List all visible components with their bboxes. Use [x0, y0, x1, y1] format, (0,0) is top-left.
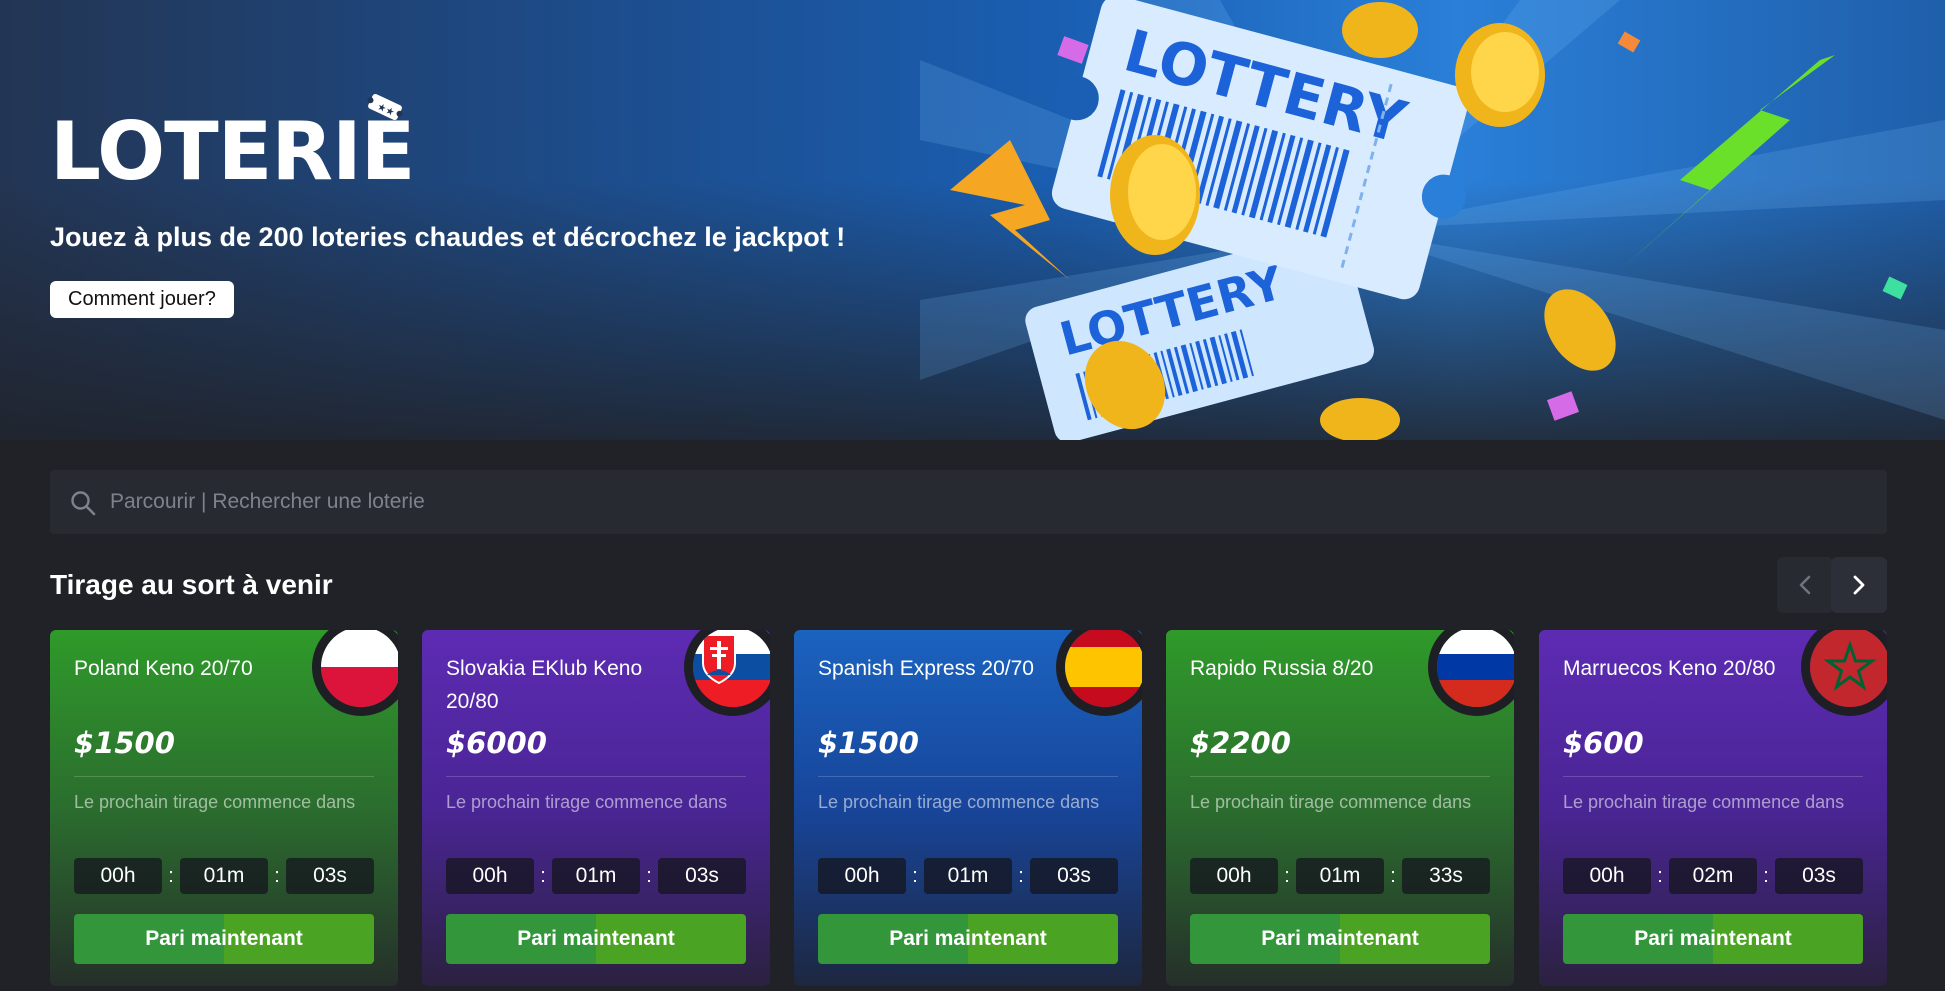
- divider: [1563, 776, 1863, 777]
- timer-minutes: 01m: [180, 858, 268, 894]
- timer-seconds: 33s: [1402, 858, 1490, 894]
- bet-now-button[interactable]: Pari maintenant: [1190, 914, 1490, 964]
- timer-minutes: 01m: [1296, 858, 1384, 894]
- carousel-next-button[interactable]: [1831, 557, 1887, 613]
- divider: [74, 776, 374, 777]
- divider: [818, 776, 1118, 777]
- how-to-play-button[interactable]: Comment jouer?: [50, 281, 234, 318]
- spain-flag-icon: [1056, 630, 1142, 716]
- search-icon: [71, 491, 96, 516]
- timer-hours: 00h: [74, 858, 162, 894]
- timer-hours: 00h: [818, 858, 906, 894]
- upcoming-draws-title: Tirage au sort à venir: [50, 569, 333, 600]
- russia-flag-icon: [1428, 630, 1514, 716]
- lottery-name: Slovakia EKlub Keno 20/80: [446, 657, 643, 713]
- carousel-prev-button[interactable]: [1777, 557, 1833, 613]
- hero-subtitle: Jouez à plus de 200 loteries chaudes et …: [50, 222, 846, 252]
- lottery-prize: $6000: [446, 726, 547, 760]
- divider: [446, 776, 746, 777]
- next-draw-label: Le prochain tirage commence dans: [446, 792, 728, 812]
- lottery-prize: $2200: [1190, 726, 1291, 760]
- lottery-card-poland-keno[interactable]: Poland Keno 20/70 $1500 Le prochain tira…: [50, 630, 398, 986]
- next-draw-label: Le prochain tirage commence dans: [74, 792, 356, 812]
- lottery-prize: $1500: [74, 726, 175, 760]
- timer-minutes: 02m: [1669, 858, 1757, 894]
- slovakia-flag-icon: [684, 630, 770, 716]
- lottery-prize: $1500: [818, 726, 919, 760]
- lottery-prize: $600: [1563, 726, 1644, 760]
- countdown-timer: 00h: 01m: 03s: [818, 858, 1118, 894]
- timer-minutes: 01m: [924, 858, 1012, 894]
- lottery-name: Marruecos Keno 20/80: [1563, 657, 1776, 680]
- search-input[interactable]: [110, 470, 1810, 534]
- timer-seconds: 03s: [658, 858, 746, 894]
- next-draw-label: Le prochain tirage commence dans: [818, 792, 1100, 812]
- poland-flag-icon: [312, 630, 398, 716]
- bet-now-button[interactable]: Pari maintenant: [818, 914, 1118, 964]
- bet-now-button[interactable]: Pari maintenant: [74, 914, 374, 964]
- timer-hours: 00h: [1190, 858, 1278, 894]
- timer-seconds: 03s: [1030, 858, 1118, 894]
- timer-minutes: 01m: [552, 858, 640, 894]
- countdown-timer: 00h: 01m: 33s: [1190, 858, 1490, 894]
- lottery-card-spanish-express[interactable]: Spanish Express 20/70 $1500 Le prochain …: [794, 630, 1142, 986]
- page-title: LOTERIE: [50, 105, 415, 198]
- bet-now-button[interactable]: Pari maintenant: [1563, 914, 1863, 964]
- lottery-tickets-illustration: LOTTERY LOTTERY: [920, 0, 1945, 440]
- lottery-name: Rapido Russia 8/20: [1190, 657, 1374, 680]
- next-draw-label: Le prochain tirage commence dans: [1190, 792, 1472, 812]
- bet-now-button[interactable]: Pari maintenant: [446, 914, 746, 964]
- timer-seconds: 03s: [286, 858, 374, 894]
- next-draw-label: Le prochain tirage commence dans: [1563, 792, 1845, 812]
- hero-banner: LOTTERY LOTTERY LOTERIE ★★ Jouez à plus …: [0, 0, 1945, 440]
- timer-seconds: 03s: [1775, 858, 1863, 894]
- search-bar: [50, 470, 1887, 534]
- countdown-timer: 00h: 01m: 03s: [74, 858, 374, 894]
- lottery-card-rapido-russia[interactable]: Rapido Russia 8/20 $2200 Le prochain tir…: [1166, 630, 1514, 986]
- countdown-timer: 00h: 01m: 03s: [446, 858, 746, 894]
- lottery-name: Poland Keno 20/70: [74, 657, 253, 680]
- chevron-left-icon: [1799, 575, 1811, 595]
- morocco-flag-icon: [1801, 630, 1887, 716]
- lottery-carousel: Poland Keno 20/70 $1500 Le prochain tira…: [50, 630, 1887, 991]
- lottery-card-marruecos-keno[interactable]: Marruecos Keno 20/80 $600 Le prochain ti…: [1539, 630, 1887, 986]
- countdown-timer: 00h: 02m: 03s: [1563, 858, 1863, 894]
- lottery-card-slovakia-eklub[interactable]: Slovakia EKlub Keno 20/80 $6000 Le proch…: [422, 630, 770, 986]
- chevron-right-icon: [1853, 575, 1865, 595]
- divider: [1190, 776, 1490, 777]
- timer-hours: 00h: [1563, 858, 1651, 894]
- lottery-name: Spanish Express 20/70: [818, 657, 1034, 680]
- ticket-icon: ★★: [367, 93, 403, 121]
- timer-hours: 00h: [446, 858, 534, 894]
